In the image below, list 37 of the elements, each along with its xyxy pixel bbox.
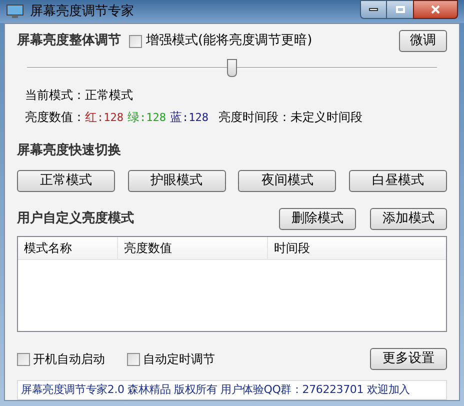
period-label: 亮度时间段：	[218, 109, 290, 126]
checkbox-label: 增强模式(能将亮度调节更暗)	[146, 32, 312, 50]
monitor-icon	[6, 4, 24, 19]
button[interactable]: 添加模式	[370, 208, 447, 230]
slider-thumb[interactable]	[227, 59, 237, 77]
minimize-button[interactable]	[360, 0, 387, 19]
column-header[interactable]: 时间段	[268, 237, 446, 259]
button[interactable]: 夜间模式	[238, 170, 336, 192]
button[interactable]: 正常模式	[17, 170, 115, 192]
checkbox[interactable]	[127, 352, 140, 366]
section-heading: 屏幕亮度整体调节	[17, 32, 121, 50]
checkbox-label: 开机自动启动	[33, 351, 105, 368]
column-header[interactable]: 亮度数值	[118, 237, 268, 259]
mode-value: 正常模式	[85, 87, 133, 104]
button[interactable]: 白昼模式	[348, 170, 447, 192]
maximize-button[interactable]	[387, 0, 413, 19]
mode-label: 当前模式：	[25, 87, 85, 104]
close-button[interactable]	[413, 0, 458, 19]
column-header[interactable]: 模式名称	[18, 237, 118, 259]
button[interactable]: 更多设置	[370, 348, 447, 370]
channel-value: 绿:128	[128, 109, 166, 126]
button[interactable]: 护眼模式	[128, 170, 226, 192]
button[interactable]: 微调	[399, 30, 447, 52]
checkbox[interactable]	[17, 352, 30, 366]
channel-value: 红:128	[85, 109, 124, 126]
period-value: 未定义时间段	[290, 109, 362, 126]
checkbox-label: 自动定时调节	[143, 351, 215, 368]
brightness-label: 亮度数值：	[25, 109, 85, 126]
status-bar: 屏幕亮度调节专家2.0 森林精品 版权所有 用户体验QQ群：276223701 欢迎加入	[17, 380, 447, 400]
button[interactable]: 删除模式	[279, 208, 356, 230]
close-icon	[431, 5, 440, 14]
section-heading: 用户自定义亮度模式	[17, 210, 134, 228]
window-title: 屏幕亮度调节专家	[30, 2, 134, 21]
section-heading: 屏幕亮度快速切换	[17, 142, 122, 160]
checkbox[interactable]	[129, 34, 142, 48]
brightness-slider[interactable]	[27, 56, 437, 80]
channel-value: 蓝:128	[170, 109, 208, 126]
